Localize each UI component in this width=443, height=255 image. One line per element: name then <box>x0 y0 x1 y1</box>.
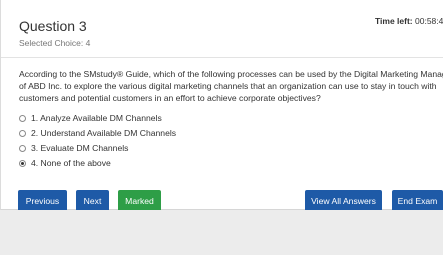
question-panel: Question 3 Selected Choice: 4 Time left:… <box>0 0 443 210</box>
answer-option-1[interactable]: 1. Analyze Available DM Channels <box>19 111 319 125</box>
question-title: Question 3 <box>19 18 87 34</box>
question-line: of ABD Inc. to explore the various digit… <box>19 81 437 91</box>
answer-option-3[interactable]: 3. Evaluate DM Channels <box>19 141 319 155</box>
question-line: According to the SMstudy® Guide, which o… <box>19 69 443 79</box>
question-header: Question 3 Selected Choice: 4 Time left:… <box>1 0 443 58</box>
answer-option-4[interactable]: 4. None of the above <box>19 156 319 170</box>
radio-button[interactable] <box>19 114 26 122</box>
answer-option-label: 1. Analyze Available DM Channels <box>31 113 162 123</box>
answer-options: 1. Analyze Available DM Channels 2. Unde… <box>19 111 319 171</box>
view-all-answers-button[interactable]: View All Answers <box>305 190 382 212</box>
time-left-value: 00:58:4 <box>415 16 443 26</box>
selected-choice-text: Selected Choice: 4 <box>19 38 91 48</box>
radio-button[interactable] <box>19 129 26 137</box>
answer-option-2[interactable]: 2. Understand Available DM Channels <box>19 126 319 140</box>
marked-button[interactable]: Marked <box>118 190 161 212</box>
answer-option-label: 3. Evaluate DM Channels <box>31 143 129 153</box>
footer-area <box>0 210 443 255</box>
question-text: According to the SMstudy® Guide, which o… <box>19 68 443 104</box>
question-line: customers and potential customers in an … <box>19 93 321 103</box>
time-left: Time left: 00:58:4 <box>375 16 443 26</box>
answer-option-label: 4. None of the above <box>31 158 111 168</box>
end-exam-button[interactable]: End Exam <box>392 190 443 212</box>
radio-button-selected[interactable] <box>19 159 26 167</box>
time-left-label: Time left: <box>375 16 413 26</box>
next-button[interactable]: Next <box>76 190 109 212</box>
radio-button[interactable] <box>19 144 26 152</box>
previous-button[interactable]: Previous <box>18 190 67 212</box>
answer-option-label: 2. Understand Available DM Channels <box>31 128 177 138</box>
